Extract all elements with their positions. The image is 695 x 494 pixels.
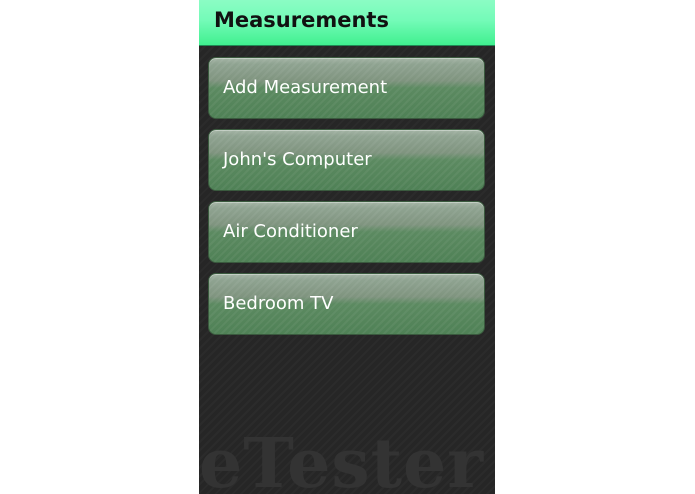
list-item-label: John's Computer (223, 149, 372, 170)
add-measurement-button[interactable]: Add Measurement (208, 57, 485, 119)
list-item-bedroom-tv[interactable]: Bedroom TV (208, 273, 485, 335)
measurement-list: Add Measurement John's Computer Air Cond… (208, 57, 485, 345)
list-item-label: Add Measurement (223, 77, 388, 98)
page-title: Measurements (214, 8, 389, 32)
title-bar: Measurements (199, 0, 495, 46)
watermark-logo: eTester (199, 424, 485, 494)
list-item-air-conditioner[interactable]: Air Conditioner (208, 201, 485, 263)
list-item-label: Bedroom TV (223, 293, 334, 314)
list-item-label: Air Conditioner (223, 221, 358, 242)
app-screen: Measurements Add Measurement John's Comp… (199, 0, 495, 494)
list-item-johns-computer[interactable]: John's Computer (208, 129, 485, 191)
